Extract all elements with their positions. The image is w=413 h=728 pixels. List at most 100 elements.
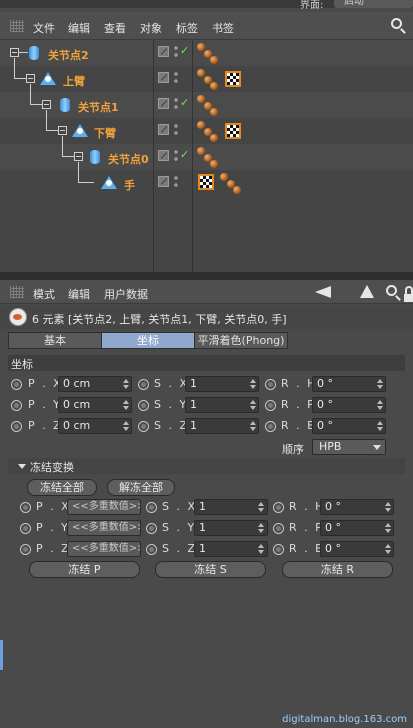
keyframe-radio[interactable] <box>265 400 276 411</box>
rotation-b-field[interactable]: 0 ° <box>312 418 386 434</box>
freeze-all-button[interactable]: 冻结全部 <box>27 479 97 496</box>
keyframe-radio[interactable] <box>138 379 149 390</box>
visibility-icon[interactable] <box>158 150 169 161</box>
spinner-icon[interactable] <box>123 379 129 389</box>
visibility-icon[interactable] <box>158 176 169 187</box>
keyframe-radio[interactable] <box>20 523 31 534</box>
scale-x-field[interactable]: 1 <box>185 376 259 392</box>
spinner-icon[interactable] <box>123 400 129 410</box>
editor-render-dots-icon[interactable] <box>174 176 178 187</box>
grip-icon[interactable] <box>10 20 24 32</box>
spinner-icon[interactable] <box>258 544 264 554</box>
ik-tag-icon[interactable] <box>197 43 205 51</box>
menu-file[interactable]: 文件 <box>33 20 55 36</box>
keyframe-radio[interactable] <box>11 421 22 432</box>
position-z-field[interactable]: 0 cm <box>58 418 132 434</box>
unfreeze-all-button[interactable]: 解冻全部 <box>107 479 175 496</box>
freeze-s-button[interactable]: 冻结 S <box>155 561 266 578</box>
object-name[interactable]: 关节点2 <box>48 47 89 63</box>
scale-z-field[interactable]: 1 <box>185 418 259 434</box>
spinner-icon[interactable] <box>385 544 391 554</box>
keyframe-radio[interactable] <box>265 421 276 432</box>
ik-tag-icon[interactable] <box>233 186 241 194</box>
menu-objects[interactable]: 对象 <box>140 20 162 36</box>
spinner-icon[interactable] <box>385 502 391 512</box>
tab-coordinates[interactable]: 坐标 <box>101 332 195 349</box>
freeze-p-button[interactable]: 冻结 P <box>29 561 140 578</box>
up-arrow-icon[interactable] <box>360 285 374 298</box>
keyframe-radio[interactable] <box>146 544 157 555</box>
collapse-icon[interactable] <box>74 152 83 161</box>
freeze-position-x-field[interactable]: <<多重数值>> <box>67 499 141 515</box>
search-icon[interactable] <box>386 285 397 296</box>
object-name[interactable]: 关节点1 <box>78 99 119 115</box>
keyframe-radio[interactable] <box>20 502 31 513</box>
texture-tag-icon[interactable] <box>225 123 241 139</box>
keyframe-radio[interactable] <box>273 502 284 513</box>
enabled-check-icon[interactable]: ✓ <box>180 148 189 161</box>
visibility-icon[interactable] <box>158 72 169 83</box>
menu-edit[interactable]: 编辑 <box>68 20 90 36</box>
visibility-icon[interactable] <box>158 124 169 135</box>
keyframe-radio[interactable] <box>11 400 22 411</box>
freeze-position-z-field[interactable]: <<多重数值>> <box>67 541 141 557</box>
object-name[interactable]: 上臂 <box>63 73 85 89</box>
panel-separator[interactable] <box>0 272 413 280</box>
position-x-field[interactable]: 0 cm <box>58 376 132 392</box>
ik-tag-icon[interactable] <box>220 173 228 181</box>
keyframe-radio[interactable] <box>20 544 31 555</box>
lock-icon[interactable] <box>404 286 413 302</box>
spinner-icon[interactable] <box>250 421 256 431</box>
ik-tag-icon[interactable] <box>197 95 205 103</box>
freeze-position-y-field[interactable]: <<多重数值>> <box>67 520 141 536</box>
keyframe-radio[interactable] <box>273 544 284 555</box>
rotation-p-field[interactable]: 0 ° <box>312 397 386 413</box>
expand-triangle-icon[interactable] <box>18 464 26 469</box>
collapse-icon[interactable] <box>58 126 67 135</box>
spinner-icon[interactable] <box>385 523 391 533</box>
object-name[interactable]: 手 <box>124 177 135 193</box>
spinner-icon[interactable] <box>250 400 256 410</box>
texture-tag-icon[interactable] <box>225 71 241 87</box>
freeze-scale-y-field[interactable]: 1 <box>194 520 268 536</box>
ik-tag-icon[interactable] <box>210 82 218 90</box>
editor-render-dots-icon[interactable] <box>174 124 178 135</box>
search-icon[interactable] <box>391 18 402 29</box>
layout-select[interactable]: 启动 <box>334 0 413 8</box>
ik-tag-icon[interactable] <box>210 160 218 168</box>
editor-render-dots-icon[interactable] <box>174 98 178 109</box>
spinner-icon[interactable] <box>258 502 264 512</box>
back-arrow-icon[interactable] <box>315 286 331 298</box>
scale-y-field[interactable]: 1 <box>185 397 259 413</box>
menu-mode[interactable]: 模式 <box>33 286 55 302</box>
ik-tag-icon[interactable] <box>197 121 205 129</box>
keyframe-radio[interactable] <box>11 379 22 390</box>
object-name[interactable]: 下臂 <box>94 125 116 141</box>
collapse-icon[interactable] <box>10 48 19 57</box>
ik-tag-icon[interactable] <box>197 147 205 155</box>
freeze-scale-z-field[interactable]: 1 <box>194 541 268 557</box>
menu-user-data[interactable]: 用户数据 <box>104 286 148 302</box>
tab-basic[interactable]: 基本 <box>8 332 102 349</box>
spinner-icon[interactable] <box>258 523 264 533</box>
tab-phong[interactable]: 平滑着色(Phong) <box>194 332 288 349</box>
keyframe-radio[interactable] <box>138 400 149 411</box>
spinner-icon[interactable] <box>377 379 383 389</box>
menu-view[interactable]: 查看 <box>104 20 126 36</box>
menu-edit[interactable]: 编辑 <box>68 286 90 302</box>
ik-tag-icon[interactable] <box>210 108 218 116</box>
ik-tag-icon[interactable] <box>210 134 218 142</box>
visibility-icon[interactable] <box>158 46 169 57</box>
keyframe-radio[interactable] <box>146 523 157 534</box>
spinner-icon[interactable] <box>377 421 383 431</box>
position-y-field[interactable]: 0 cm <box>58 397 132 413</box>
editor-render-dots-icon[interactable] <box>174 72 178 83</box>
editor-render-dots-icon[interactable] <box>174 46 178 57</box>
spinner-icon[interactable] <box>250 379 256 389</box>
collapse-icon[interactable] <box>26 74 35 83</box>
freeze-rotation-p-field[interactable]: 0 ° <box>320 520 394 536</box>
menu-bookmarks[interactable]: 书签 <box>212 20 234 36</box>
rotation-h-field[interactable]: 0 ° <box>312 376 386 392</box>
menu-tags[interactable]: 标签 <box>176 20 198 36</box>
freeze-rotation-h-field[interactable]: 0 ° <box>320 499 394 515</box>
